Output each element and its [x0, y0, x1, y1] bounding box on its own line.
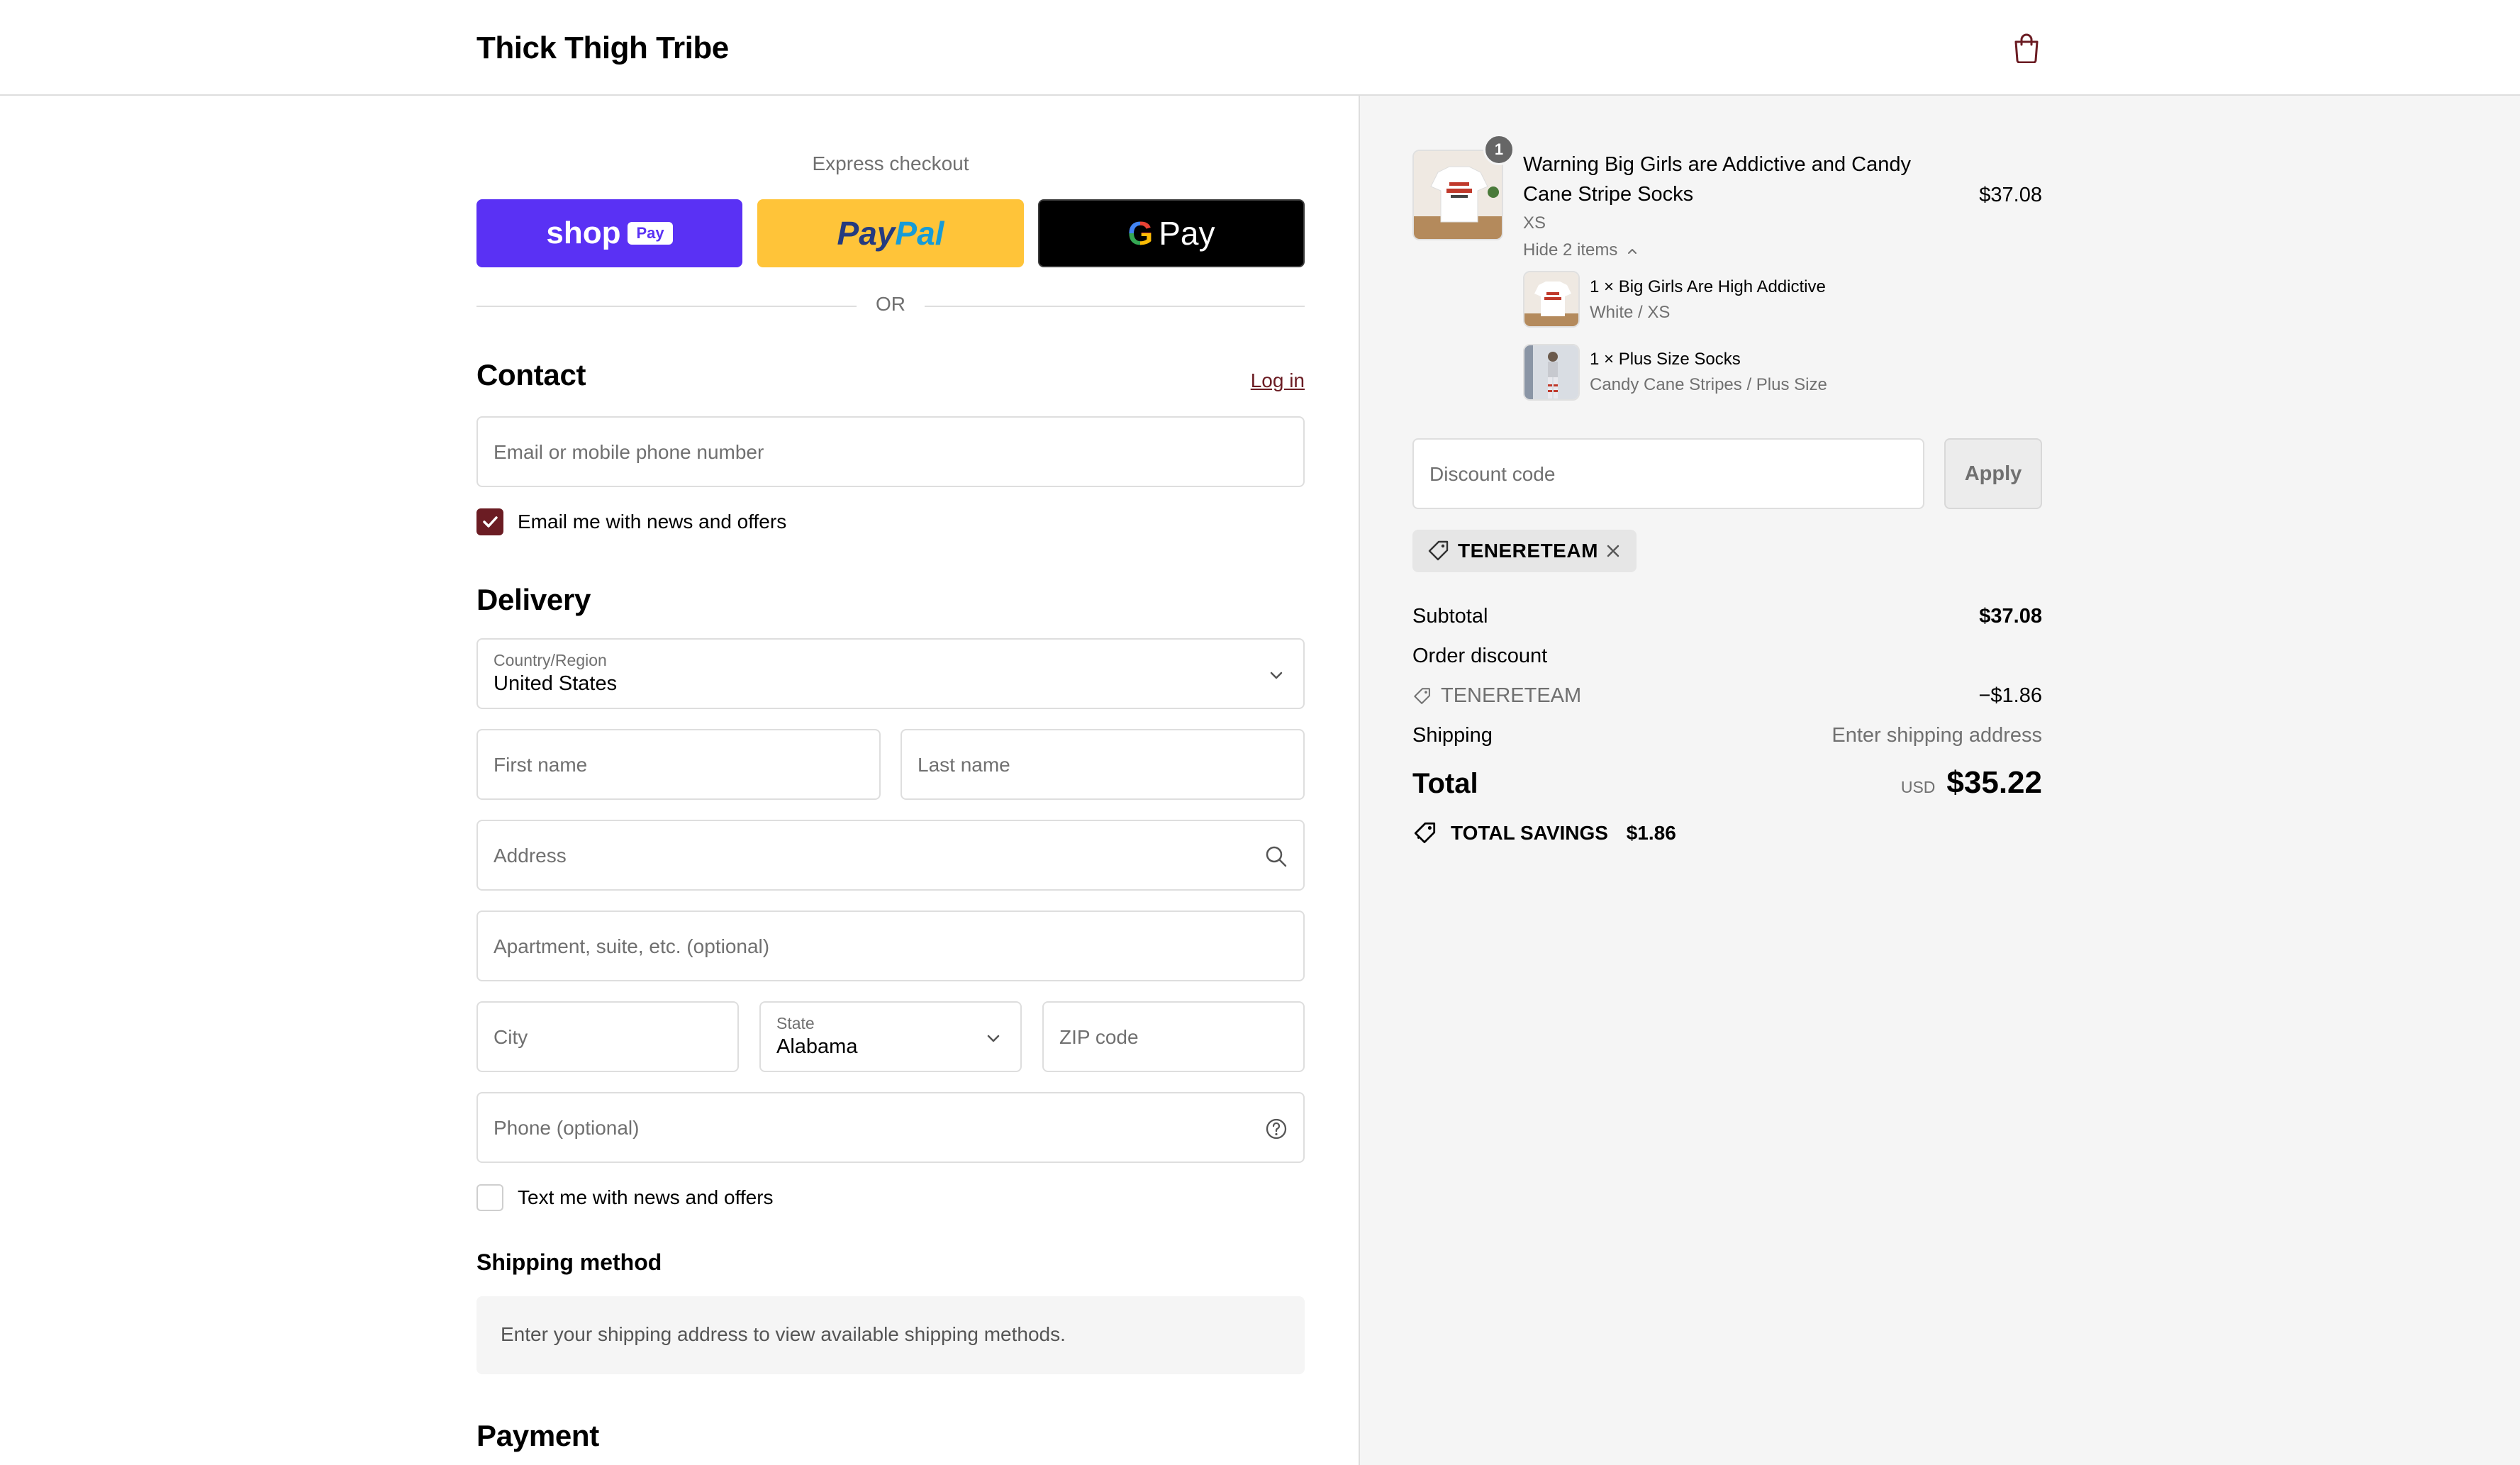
email-news-label[interactable]: Email me with news and offers [518, 511, 786, 533]
email-field[interactable]: Email or mobile phone number [476, 416, 1305, 487]
product-image [1412, 150, 1503, 240]
first-name-placeholder: First name [494, 754, 588, 776]
store-brand[interactable]: Thick Thigh Tribe [476, 27, 729, 69]
state-select[interactable]: State Alabama [759, 1001, 1022, 1072]
tshirt-image [1414, 151, 1502, 239]
google-g-icon: G [1127, 215, 1154, 252]
checkmark-icon [483, 516, 498, 528]
paypal-logo-a: Pay [837, 215, 896, 252]
discount-code-field[interactable]: Discount code [1412, 438, 1924, 509]
state-label: State [776, 1014, 815, 1032]
shop-pay-pill: Pay [628, 222, 673, 245]
contact-title: Contact [476, 358, 586, 391]
phone-placeholder: Phone (optional) [494, 1117, 640, 1139]
country-label: Country/Region [494, 651, 607, 669]
apply-button[interactable]: Apply [1944, 438, 2042, 509]
address-field[interactable]: Address [476, 820, 1305, 891]
or-label: OR [876, 293, 905, 315]
total-savings: TOTAL SAVINGS $1.86 [1412, 822, 1676, 845]
city-placeholder: City [494, 1026, 528, 1048]
login-link[interactable]: Log in [1251, 369, 1305, 392]
delivery-title: Delivery [476, 583, 591, 616]
first-name-field[interactable]: First name [476, 729, 881, 800]
shipping-method-title: Shipping method [476, 1249, 662, 1275]
phone-field[interactable]: Phone (optional) [476, 1092, 1305, 1163]
shipping-value: Enter shipping address [1832, 724, 2042, 747]
state-value: Alabama [776, 1035, 858, 1058]
chevron-down-icon [987, 1035, 1000, 1042]
applied-discount-tag: TENERETEAM [1412, 530, 1637, 572]
sub-item-variant: White / XS [1590, 303, 1671, 322]
order-discount-label: Order discount [1412, 645, 1548, 667]
subtotal-value: $37.08 [1979, 605, 2042, 628]
hide-items-label: Hide 2 items [1523, 240, 1618, 260]
address-placeholder: Address [494, 845, 567, 867]
text-news-checkbox[interactable] [476, 1184, 503, 1211]
help-circle-icon[interactable] [1264, 1116, 1289, 1142]
paypal-logo-b: Pal [895, 215, 944, 252]
hide-items-toggle[interactable]: Hide 2 items [1523, 240, 1639, 260]
sub-item-image [1523, 271, 1580, 328]
text-news-label[interactable]: Text me with news and offers [518, 1186, 774, 1209]
shopping-bag-icon[interactable] [2012, 32, 2041, 63]
payment-title: Payment [476, 1419, 599, 1452]
total-amount: USD $35.22 [1901, 765, 2042, 801]
product-name-line1: Warning Big Girls are Addictive and Cand… [1523, 153, 1911, 176]
sub-item-image [1523, 344, 1580, 401]
product-name-line2: Cane Stripe Socks [1523, 183, 1694, 206]
total-value: $35.22 [1946, 765, 2042, 800]
sub-item-name: 1 × Plus Size Socks [1590, 350, 1741, 369]
product-variant: XS [1523, 213, 1546, 233]
google-pay-button[interactable]: G Pay [1038, 199, 1305, 267]
express-checkout-title: Express checkout [812, 152, 969, 174]
socks-thumbnail [1524, 345, 1578, 399]
sub-item-variant: Candy Cane Stripes / Plus Size [1590, 375, 1827, 394]
apartment-field[interactable]: Apartment, suite, etc. (optional) [476, 910, 1305, 981]
country-select[interactable]: Country/Region United States [476, 638, 1305, 709]
savings-tag-icon [1414, 822, 1436, 844]
paypal-button[interactable]: Pay Pal [757, 199, 1024, 267]
discount-value: −$1.86 [1978, 684, 2042, 707]
tshirt-thumbnail [1524, 272, 1578, 326]
applied-code-label: TENERETEAM [1458, 540, 1598, 562]
discount-placeholder: Discount code [1429, 463, 1556, 485]
tag-icon [1428, 540, 1449, 561]
product-price: $37.08 [1979, 184, 2042, 206]
quantity-badge: 1 [1483, 134, 1515, 165]
total-savings-value: $1.86 [1626, 822, 1676, 844]
total-label: Total [1412, 768, 1478, 799]
search-icon[interactable] [1264, 844, 1289, 869]
chevron-down-icon [1270, 672, 1283, 679]
close-icon[interactable] [1604, 542, 1622, 560]
shop-pay-button[interactable]: shop Pay [476, 199, 742, 267]
discount-code-name: TENERETEAM [1441, 684, 1582, 707]
country-value: United States [494, 672, 618, 695]
email-placeholder: Email or mobile phone number [494, 441, 764, 463]
city-field[interactable]: City [476, 1001, 739, 1072]
sub-item-name: 1 × Big Girls Are High Addictive [1590, 277, 1826, 296]
last-name-placeholder: Last name [918, 754, 1010, 776]
apartment-placeholder: Apartment, suite, etc. (optional) [494, 935, 770, 957]
tag-icon [1414, 688, 1430, 704]
discount-code-row: TENERETEAM [1412, 684, 1581, 708]
subtotal-label: Subtotal [1412, 605, 1488, 628]
shipping-method-info: Enter your shipping address to view avai… [476, 1296, 1305, 1374]
google-pay-label: Pay [1159, 215, 1215, 252]
last-name-field[interactable]: Last name [901, 729, 1305, 800]
total-savings-label: TOTAL SAVINGS [1451, 822, 1608, 844]
currency-code: USD [1900, 778, 1936, 796]
shipping-method-text: Enter your shipping address to view avai… [501, 1323, 1066, 1345]
shipping-label: Shipping [1412, 724, 1493, 747]
shop-pay-logo: shop [546, 216, 621, 250]
email-news-checkbox[interactable] [476, 508, 503, 535]
zip-field[interactable]: ZIP code [1042, 1001, 1305, 1072]
zip-placeholder: ZIP code [1059, 1026, 1139, 1048]
chevron-up-icon [1628, 248, 1637, 254]
header: Thick Thigh Tribe [0, 0, 2520, 96]
